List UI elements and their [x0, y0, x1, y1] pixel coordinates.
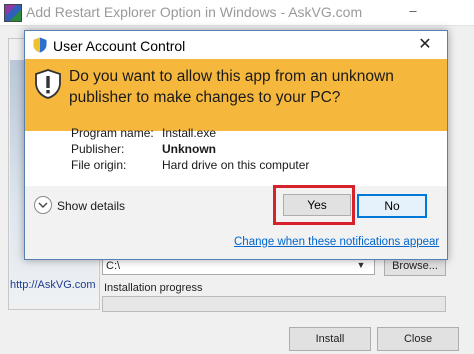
minimize-button[interactable]: –	[398, 2, 428, 22]
uac-warning-banner: Do you want to allow this app from an un…	[25, 59, 447, 131]
uac-shield-icon	[33, 37, 47, 53]
installation-progress-bar	[102, 296, 446, 312]
no-button[interactable]: No	[357, 194, 427, 218]
detail-label: File origin:	[71, 158, 127, 172]
close-icon[interactable]: ✕	[410, 33, 440, 57]
detail-label: Program name:	[71, 126, 154, 140]
change-notifications-link[interactable]: Change when these notifications appear	[234, 236, 439, 248]
yes-button[interactable]: Yes	[283, 194, 351, 216]
close-button[interactable]: Close	[377, 327, 459, 351]
detail-value: Unknown	[162, 142, 216, 156]
installer-titlebar: Add Restart Explorer Option in Windows -…	[0, 0, 474, 26]
detail-value: Install.exe	[162, 126, 217, 140]
uac-titlebar: User Account Control ✕	[25, 31, 447, 59]
uac-question: Do you want to allow this app from an un…	[69, 68, 394, 106]
install-button[interactable]: Install	[289, 327, 371, 351]
uac-title: User Account Control	[53, 38, 186, 54]
site-link[interactable]: http://AskVG.com	[10, 279, 96, 291]
warning-shield-icon	[35, 69, 61, 99]
installation-progress-label: Installation progress	[104, 282, 203, 294]
installer-title: Add Restart Explorer Option in Windows -…	[26, 4, 363, 20]
detail-label: Publisher:	[71, 142, 125, 156]
chevron-down-icon[interactable]	[34, 196, 52, 214]
detail-value: Hard drive on this computer	[162, 158, 310, 172]
installer-app-icon	[4, 4, 22, 22]
uac-dialog: User Account Control ✕ Do you want to al…	[24, 30, 448, 260]
show-details-toggle[interactable]: Show details	[57, 199, 125, 213]
dropdown-arrow-icon[interactable]: ▼	[354, 259, 368, 271]
uac-footer: Show details Yes No Change when these no…	[25, 185, 447, 259]
